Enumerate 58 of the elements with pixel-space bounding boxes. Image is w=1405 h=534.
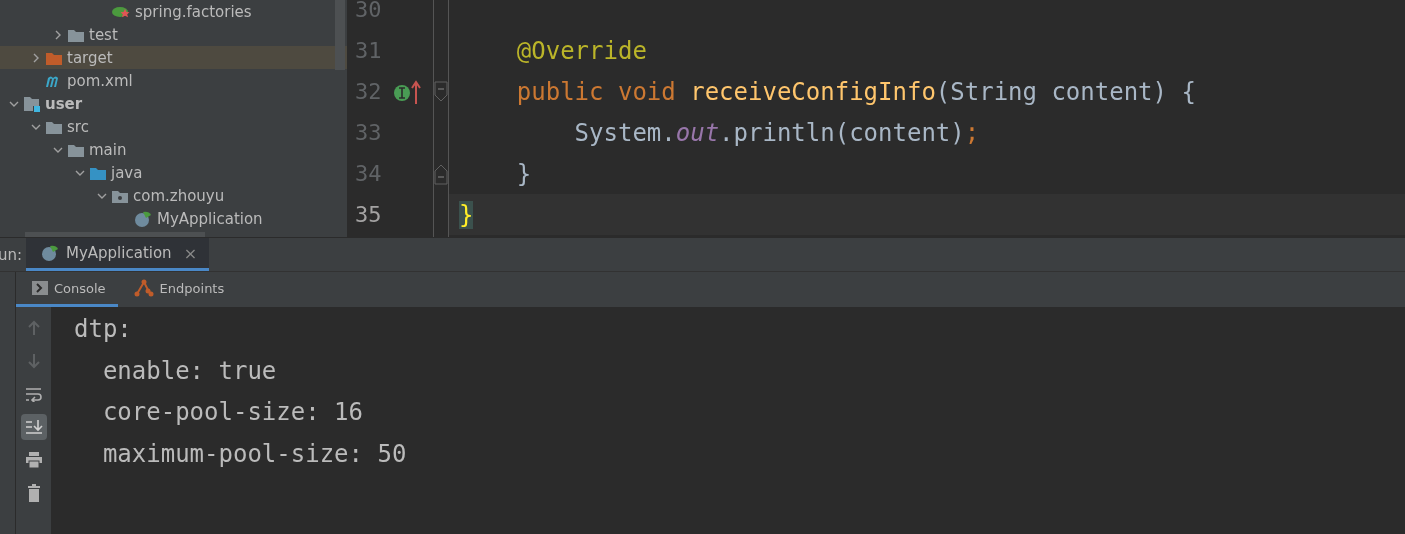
- scrollbar[interactable]: [25, 232, 205, 237]
- tree-label: spring.factories: [135, 2, 252, 21]
- tree-row[interactable]: target: [0, 46, 347, 69]
- tree-label: user: [45, 94, 83, 113]
- code-token: }: [459, 200, 474, 229]
- code-token: ;: [964, 118, 980, 147]
- spring-class-icon: [133, 209, 153, 228]
- tree-label: MyApplication: [157, 209, 263, 228]
- line-number: 31: [355, 38, 383, 63]
- tree-label: test: [89, 25, 118, 44]
- tree-row[interactable]: pom.xml: [0, 69, 347, 92]
- soft-wrap-icon[interactable]: [24, 386, 43, 402]
- tree-row[interactable]: spring.factories: [0, 0, 347, 23]
- tree-row[interactable]: test: [0, 23, 347, 46]
- code-token: .println(content): [719, 118, 965, 147]
- printer-icon[interactable]: [24, 452, 43, 468]
- fold-marker-icon[interactable]: [434, 162, 448, 185]
- tool-tab[interactable]: Endpoints: [117, 272, 237, 307]
- code-token: (String content) {: [935, 77, 1196, 106]
- code-token: out: [675, 118, 720, 147]
- fold-marker-icon[interactable]: [434, 80, 448, 103]
- code-token: System.: [573, 118, 676, 147]
- code-token: }: [515, 159, 532, 188]
- code-token: @Override: [515, 36, 647, 65]
- console-line: maximum-pool-size: 50: [101, 439, 408, 470]
- scroll-to-end-icon[interactable]: [24, 419, 43, 435]
- run-tab[interactable]: MyApplication ×: [26, 238, 210, 271]
- tree-row[interactable]: MyApplication: [0, 207, 347, 230]
- console-line: core-pool-size: 16: [101, 398, 364, 428]
- line-number: 33: [355, 120, 383, 145]
- tree-row[interactable]: java: [0, 161, 347, 184]
- tree-label: main: [89, 140, 127, 159]
- console-line: enable: true: [101, 356, 278, 387]
- trash-icon[interactable]: [25, 484, 42, 502]
- code-token: receiveConfigInfo: [690, 77, 936, 106]
- line-number: 32: [355, 79, 383, 104]
- close-icon[interactable]: ×: [183, 243, 198, 263]
- console-line: dtp:: [74, 315, 133, 345]
- line-number: 34: [355, 161, 383, 186]
- line-number: 30: [355, 0, 383, 22]
- code-token: public void: [515, 77, 677, 106]
- console-icon: [32, 281, 48, 295]
- tree-label: target: [67, 48, 113, 67]
- tree-row[interactable]: src: [0, 115, 347, 138]
- implements-marker-icon[interactable]: [391, 78, 423, 105]
- tree-row[interactable]: com.zhouyu: [0, 184, 347, 207]
- tree-label: src: [67, 117, 89, 136]
- run-label: un:: [0, 245, 24, 264]
- tree-label: com.zhouyu: [133, 186, 225, 205]
- tree-row[interactable]: user: [0, 92, 347, 115]
- spring-class-icon: [40, 244, 60, 262]
- tree-label: java: [111, 163, 143, 182]
- line-number: 35: [355, 202, 383, 227]
- tree-row[interactable]: main: [0, 138, 347, 161]
- tree-label: pom.xml: [67, 71, 133, 90]
- module-folder-icon: [23, 95, 41, 112]
- leaf-config-icon: [111, 4, 131, 19]
- endpoints-icon: [133, 279, 154, 297]
